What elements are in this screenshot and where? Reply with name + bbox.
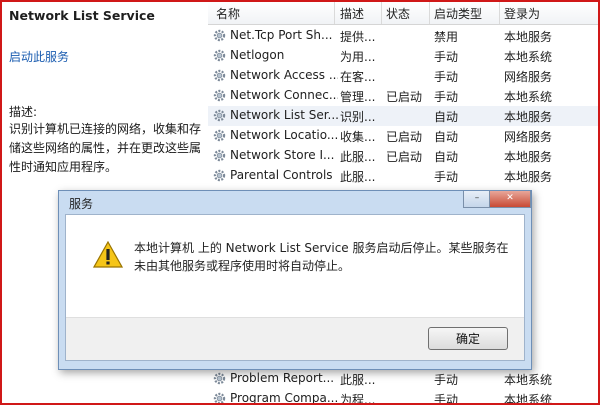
service-description: 提供... xyxy=(340,30,376,44)
service-logon-as: 本地系统 xyxy=(504,90,553,104)
description-text: 识别计算机已连接的网络，收集和存储这些网络的属性，并在更改这些属性时通知应用程序… xyxy=(9,122,202,174)
service-startup-type: 自动 xyxy=(434,150,459,164)
service-startup-type: 手动 xyxy=(434,90,459,104)
service-name: Network Locatio... xyxy=(230,128,338,142)
service-logon-as: 本地服务 xyxy=(504,150,553,164)
service-description: 收集... xyxy=(340,130,376,144)
service-logon-as: 本地系统 xyxy=(504,393,553,405)
service-row[interactable]: Netlogon 为用... 手动 本地系统 xyxy=(208,46,598,66)
dialog-footer: 确定 xyxy=(66,317,524,360)
service-name: Network Connec... xyxy=(230,88,338,102)
service-name: Network List Ser... xyxy=(230,108,338,122)
column-header-description[interactable]: 描述 xyxy=(340,5,364,22)
service-startup-type: 禁用 xyxy=(434,30,459,44)
service-row[interactable]: Program Compa... 为程... 手动 本地系统 xyxy=(208,389,598,405)
service-status: 已启动 xyxy=(386,150,423,164)
service-row[interactable]: Network List Ser... 识别... 自动 本地服务 xyxy=(208,106,598,126)
dialog-title: 服务 xyxy=(69,197,94,211)
service-name: Netlogon xyxy=(230,48,285,62)
service-description: 此服... xyxy=(340,373,376,387)
gear-icon xyxy=(213,149,226,162)
service-name: Problem Report... xyxy=(230,371,335,385)
service-description: 管理... xyxy=(340,90,376,104)
minimize-icon[interactable]: – xyxy=(463,191,491,208)
service-description: 此服... xyxy=(340,170,376,184)
service-row[interactable]: Network Access ... 在客... 手动 网络服务 xyxy=(208,66,598,86)
service-logon-as: 本地服务 xyxy=(504,30,553,44)
gear-icon xyxy=(213,29,226,42)
column-header-logon-as[interactable]: 登录为 xyxy=(504,5,540,22)
service-name: Network Store I... xyxy=(230,148,335,162)
gear-icon xyxy=(213,169,226,182)
gear-icon xyxy=(213,49,226,62)
gear-icon xyxy=(213,89,226,102)
warning-icon xyxy=(93,241,123,268)
service-description: 识别... xyxy=(340,110,376,124)
service-row[interactable]: Network Locatio... 收集... 已启动 自动 网络服务 xyxy=(208,126,598,146)
list-header: 名称 描述 状态 启动类型 登录为 xyxy=(208,2,598,25)
close-icon[interactable]: ✕ xyxy=(489,191,531,208)
service-startup-type: 手动 xyxy=(434,70,459,84)
service-status: 已启动 xyxy=(386,90,423,104)
service-name: Parental Controls xyxy=(230,168,333,182)
service-name: Network Access ... xyxy=(230,68,338,82)
gear-icon xyxy=(213,129,226,142)
service-startup-type: 手动 xyxy=(434,393,459,405)
service-status: 已启动 xyxy=(386,130,423,144)
service-description: 为用... xyxy=(340,50,376,64)
service-description: 在客... xyxy=(340,70,376,84)
gear-icon xyxy=(213,69,226,82)
description-label: 描述: xyxy=(9,105,38,119)
service-logon-as: 本地服务 xyxy=(504,110,553,124)
column-header-name[interactable]: 名称 xyxy=(216,5,240,22)
service-error-dialog: 服务 – ✕ 本地计算机 上的 Network List Service 服务启… xyxy=(58,190,532,370)
dialog-message: 本地计算机 上的 Network List Service 服务启动后停止。某些… xyxy=(134,241,509,273)
service-row[interactable]: Problem Report... 此服... 手动 本地系统 xyxy=(208,369,598,389)
column-header-status[interactable]: 状态 xyxy=(386,5,410,22)
service-name: Program Compa... xyxy=(230,391,338,405)
gear-icon xyxy=(213,392,226,403)
service-logon-as: 本地服务 xyxy=(504,170,553,184)
service-description: 为程... xyxy=(340,393,376,405)
service-startup-type: 自动 xyxy=(434,110,459,124)
service-logon-as: 本地系统 xyxy=(504,373,553,387)
service-row[interactable]: Network Store I... 此服... 已启动 自动 本地服务 xyxy=(208,146,598,166)
service-description: 此服... xyxy=(340,150,376,164)
service-row[interactable]: Network Connec... 管理... 已启动 手动 本地系统 xyxy=(208,86,598,106)
gear-icon xyxy=(213,109,226,122)
column-header-startup-type[interactable]: 启动类型 xyxy=(434,5,482,22)
services-window: Network List Service 启动此服务 描述: 识别计算机已连接的… xyxy=(0,0,600,405)
service-row[interactable]: Parental Controls 此服... 手动 本地服务 xyxy=(208,166,598,186)
dialog-body: 本地计算机 上的 Network List Service 服务启动后停止。某些… xyxy=(65,214,525,361)
service-startup-type: 自动 xyxy=(434,130,459,144)
service-logon-as: 网络服务 xyxy=(504,70,553,84)
service-logon-as: 本地系统 xyxy=(504,50,553,64)
gear-icon xyxy=(213,372,226,385)
ok-button[interactable]: 确定 xyxy=(428,327,508,350)
start-service-link[interactable]: 启动此服务 xyxy=(9,48,69,65)
service-startup-type: 手动 xyxy=(434,170,459,184)
service-row[interactable]: Net.Tcp Port Sh... 提供... 禁用 本地服务 xyxy=(208,26,598,46)
service-logon-as: 网络服务 xyxy=(504,130,553,144)
service-startup-type: 手动 xyxy=(434,373,459,387)
service-title: Network List Service xyxy=(9,8,155,23)
service-name: Net.Tcp Port Sh... xyxy=(230,28,333,42)
service-startup-type: 手动 xyxy=(434,50,459,64)
